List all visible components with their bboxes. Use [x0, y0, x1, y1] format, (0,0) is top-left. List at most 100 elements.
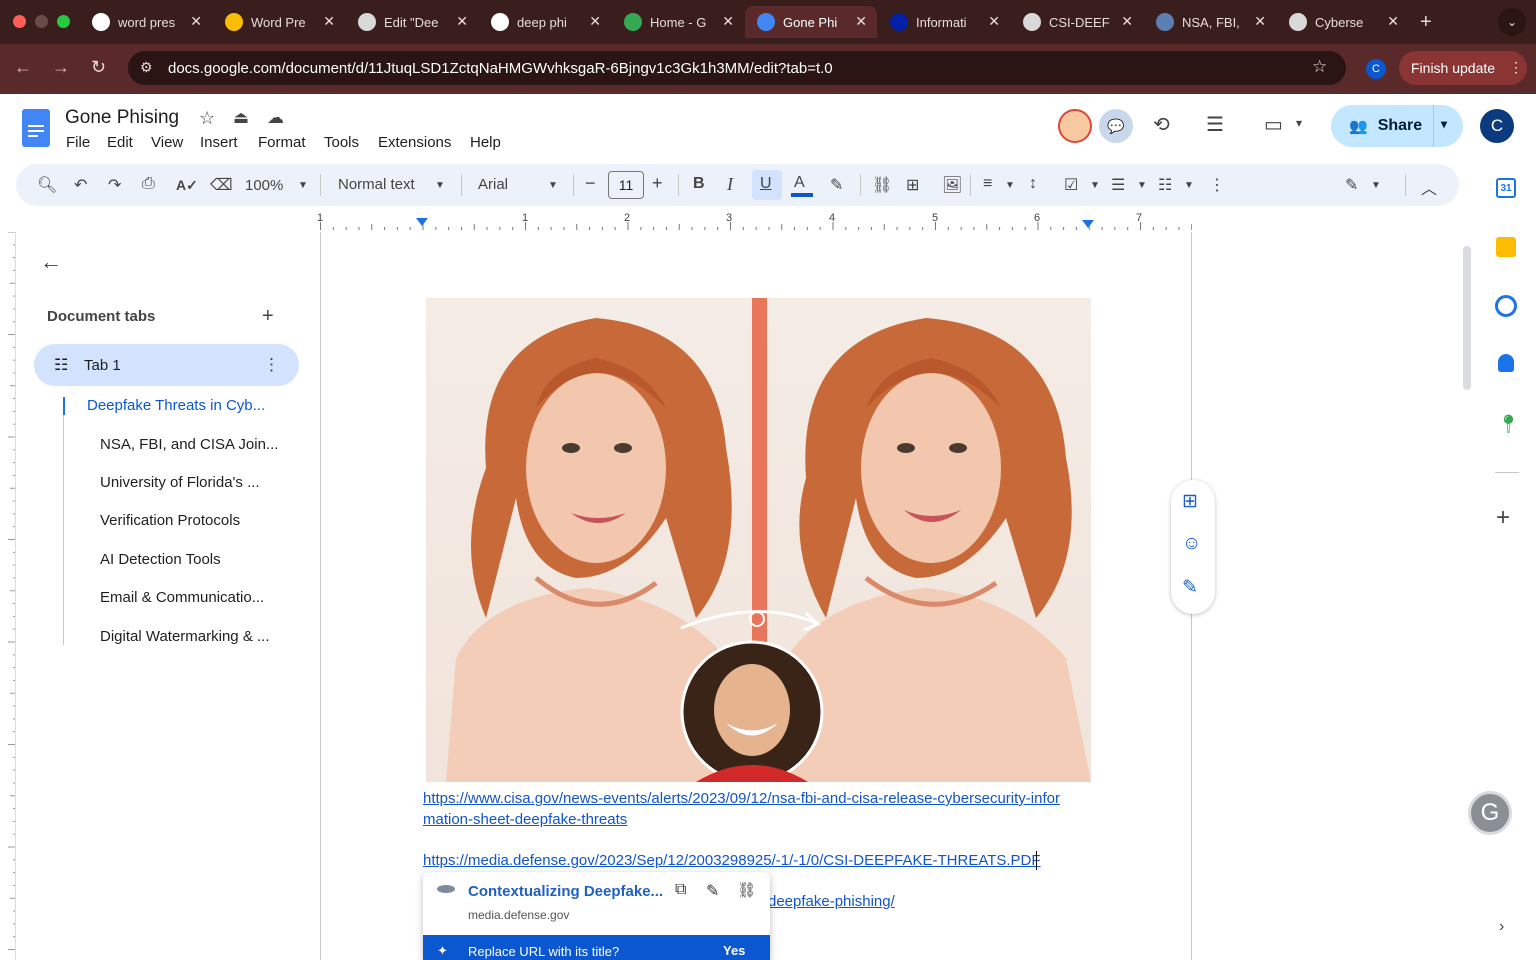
close-outline-arrow-icon[interactable]: ←: [40, 249, 62, 275]
align-left-icon[interactable]: ≡: [983, 175, 992, 193]
outline-item[interactable]: Verification Protocols: [100, 512, 240, 529]
close-tab-icon[interactable]: ✕: [988, 13, 1000, 30]
defense-pdf-link[interactable]: https://media.defense.gov/2023/Sep/12/20…: [423, 852, 1041, 869]
meet-video-icon[interactable]: ▭: [1264, 112, 1283, 137]
contacts-icon[interactable]: [1498, 354, 1514, 372]
close-tab-icon[interactable]: ✕: [456, 13, 468, 30]
collaborator-avatar[interactable]: [1058, 109, 1092, 143]
calendar-icon[interactable]: 31: [1496, 178, 1516, 198]
menu-view[interactable]: View: [151, 134, 183, 151]
forward-arrow-icon[interactable]: →: [52, 57, 70, 78]
increase-font-size-icon[interactable]: +: [652, 173, 663, 194]
close-tab-icon[interactable]: ✕: [722, 13, 734, 30]
browser-tab[interactable]: Informati ✕: [878, 6, 1010, 38]
docs-logo-icon[interactable]: [22, 109, 50, 147]
menu-help[interactable]: Help: [470, 134, 501, 151]
zoom-select[interactable]: 100%: [245, 177, 283, 194]
highlight-pen-icon[interactable]: ✎: [830, 175, 843, 195]
align-chevron-down-icon[interactable]: ▼: [1005, 180, 1015, 191]
editing-mode-pencil-icon[interactable]: ✎: [1345, 175, 1358, 195]
add-comment-icon[interactable]: ⊞: [1182, 490, 1198, 513]
decrease-font-size-icon[interactable]: −: [585, 173, 596, 194]
tab-search-chevron-icon[interactable]: ⌄: [1498, 8, 1526, 36]
bold-icon[interactable]: B: [693, 175, 705, 193]
remove-link-icon[interactable]: ⛓: [737, 881, 756, 899]
style-chevron-down-icon[interactable]: ▼: [435, 180, 445, 191]
bulleted-list-icon[interactable]: ☰: [1111, 175, 1125, 195]
close-tab-icon[interactable]: ✕: [1254, 13, 1266, 30]
edit-link-pencil-icon[interactable]: ✎: [706, 881, 719, 901]
bullets-chevron-down-icon[interactable]: ▼: [1137, 180, 1147, 191]
checklist-chevron-down-icon[interactable]: ▼: [1090, 180, 1100, 191]
close-tab-icon[interactable]: ✕: [589, 13, 601, 30]
menu-format[interactable]: Format: [258, 134, 306, 151]
underline-icon[interactable]: U: [760, 175, 772, 193]
new-tab-button[interactable]: +: [1420, 11, 1432, 34]
print-icon[interactable]: ⎙: [142, 175, 155, 193]
account-avatar[interactable]: C: [1480, 109, 1514, 143]
text-color-icon[interactable]: A: [794, 174, 805, 192]
copy-link-icon[interactable]: ⧉: [675, 881, 686, 899]
document-title[interactable]: Gone Phising: [65, 107, 179, 129]
star-icon[interactable]: ☆: [199, 108, 215, 129]
share-chevron-down-icon[interactable]: ▾: [1441, 117, 1447, 131]
zoom-window-button[interactable]: [57, 15, 70, 28]
share-button[interactable]: 👥 Share ▾: [1331, 105, 1463, 147]
get-addons-plus-icon[interactable]: +: [1496, 504, 1510, 532]
outline-item[interactable]: Digital Watermarking & ...: [100, 628, 270, 645]
insert-image-icon[interactable]: 🖼︎: [942, 175, 962, 195]
more-options-icon[interactable]: ⋮: [1209, 175, 1225, 195]
cisa-link-line-2[interactable]: mation-sheet-deepfake-threats: [423, 811, 627, 828]
browser-tab[interactable]: Word Pre ✕: [213, 6, 345, 38]
browser-tab[interactable]: CSI-DEEF ✕: [1011, 6, 1143, 38]
outline-item[interactable]: Deepfake Threats in Cyb...: [87, 397, 265, 414]
add-emoji-reaction-icon[interactable]: ☺: [1182, 533, 1201, 555]
font-size-input[interactable]: 11: [608, 171, 644, 199]
gemini-chat-icon[interactable]: 💬: [1099, 109, 1133, 143]
deepfake-comparison-image[interactable]: [426, 298, 1091, 784]
site-info-icon[interactable]: ⚙: [140, 59, 153, 76]
version-history-icon[interactable]: ⟲: [1153, 112, 1170, 137]
add-comment-icon[interactable]: ⊞: [906, 175, 919, 195]
editing-mode-chevron-down-icon[interactable]: ▼: [1371, 180, 1381, 191]
finish-update-button[interactable]: Finish update ⋮: [1399, 51, 1527, 85]
browser-tab[interactable]: NSA, FBI, ✕: [1144, 6, 1276, 38]
outline-item[interactable]: NSA, FBI, and CISA Join...: [100, 436, 278, 453]
font-chevron-down-icon[interactable]: ▼: [548, 180, 558, 191]
profile-avatar[interactable]: C: [1366, 59, 1386, 79]
suggest-edits-icon[interactable]: ✎: [1182, 576, 1198, 599]
collapse-menus-chevron-up-icon[interactable]: ︿: [1421, 175, 1437, 199]
add-tab-icon[interactable]: +: [262, 305, 274, 328]
paragraph-style-select[interactable]: Normal text: [338, 176, 415, 193]
close-tab-icon[interactable]: ✕: [1121, 13, 1133, 30]
tasks-icon[interactable]: [1495, 295, 1517, 317]
left-indent-marker[interactable]: [416, 218, 428, 226]
tab-1-item[interactable]: ☷ Tab 1 ⋮: [34, 344, 299, 386]
spellcheck-icon[interactable]: A✓: [176, 177, 198, 194]
outline-item[interactable]: Email & Communicatio...: [100, 589, 264, 606]
comments-icon[interactable]: ☰: [1206, 112, 1224, 137]
menu-tools[interactable]: Tools: [324, 134, 359, 151]
browser-tab[interactable]: Cyberse ✕: [1277, 6, 1409, 38]
line-spacing-icon[interactable]: ↕: [1029, 175, 1037, 193]
close-tab-icon[interactable]: ✕: [323, 13, 335, 30]
italic-icon[interactable]: I: [727, 174, 733, 195]
deepfake-phishing-link[interactable]: deepfake-phishing/: [768, 893, 895, 910]
tab-options-kebab-icon[interactable]: ⋮: [263, 355, 280, 375]
close-window-button[interactable]: [13, 15, 26, 28]
numbered-chevron-down-icon[interactable]: ▼: [1184, 180, 1194, 191]
meet-chevron-down-icon[interactable]: ▾: [1296, 116, 1302, 130]
insert-link-icon[interactable]: ⛓: [872, 175, 892, 195]
kebab-menu-icon[interactable]: ⋮: [1509, 59, 1523, 76]
redo-icon[interactable]: ↷: [108, 175, 121, 195]
search-menus-icon[interactable]: 🔍︎: [37, 175, 57, 195]
font-select[interactable]: Arial: [478, 176, 508, 193]
keep-icon[interactable]: [1496, 237, 1516, 257]
bookmark-star-icon[interactable]: ☆: [1312, 57, 1327, 77]
show-side-panel-chevron-icon[interactable]: ›: [1499, 918, 1504, 936]
accept-suggestion-button[interactable]: Yes: [723, 943, 745, 958]
browser-tab[interactable]: word pres ✕: [80, 6, 212, 38]
horizontal-ruler[interactable]: [320, 212, 1192, 230]
move-to-drive-icon[interactable]: ⏏: [233, 108, 249, 128]
close-tab-icon[interactable]: ✕: [855, 13, 867, 30]
